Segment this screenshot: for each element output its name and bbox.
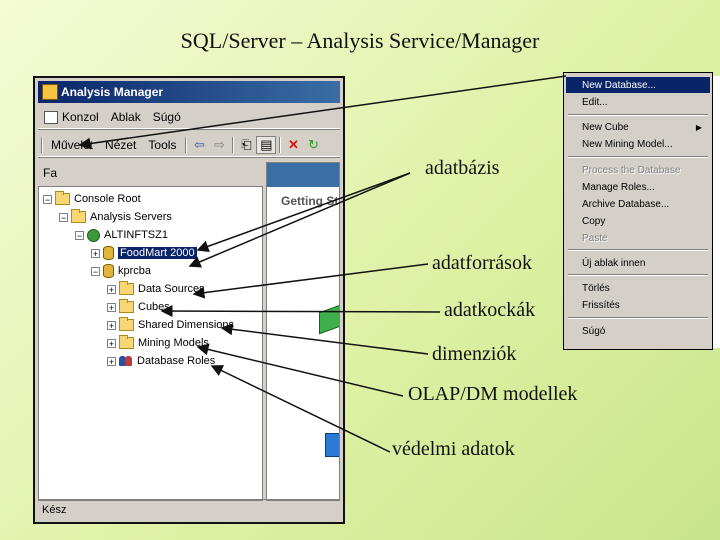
arrow-olap: [196, 343, 404, 397]
callout-vedelmi: védelmi adatok: [392, 438, 515, 460]
arrow-adatkockak: [160, 305, 441, 318]
arrow-adatbazis-1: [196, 172, 411, 253]
callout-olap: OLAP/DM modellek: [408, 383, 578, 405]
callout-adatforrasok: adatforrások: [432, 252, 532, 274]
arrow-new-database: [78, 75, 567, 150]
callout-adatbazis: adatbázis: [425, 157, 500, 179]
callout-adatkockak: adatkockák: [444, 299, 536, 321]
callout-arrows: [78, 75, 567, 453]
arrow-adatforrasok: [192, 263, 429, 299]
arrow-vedelmi: [210, 365, 391, 453]
callout-dimenziok: dimenziók: [432, 343, 517, 365]
arrow-dimenziok: [220, 323, 429, 355]
arrow-adatbazis-2: [188, 172, 411, 268]
